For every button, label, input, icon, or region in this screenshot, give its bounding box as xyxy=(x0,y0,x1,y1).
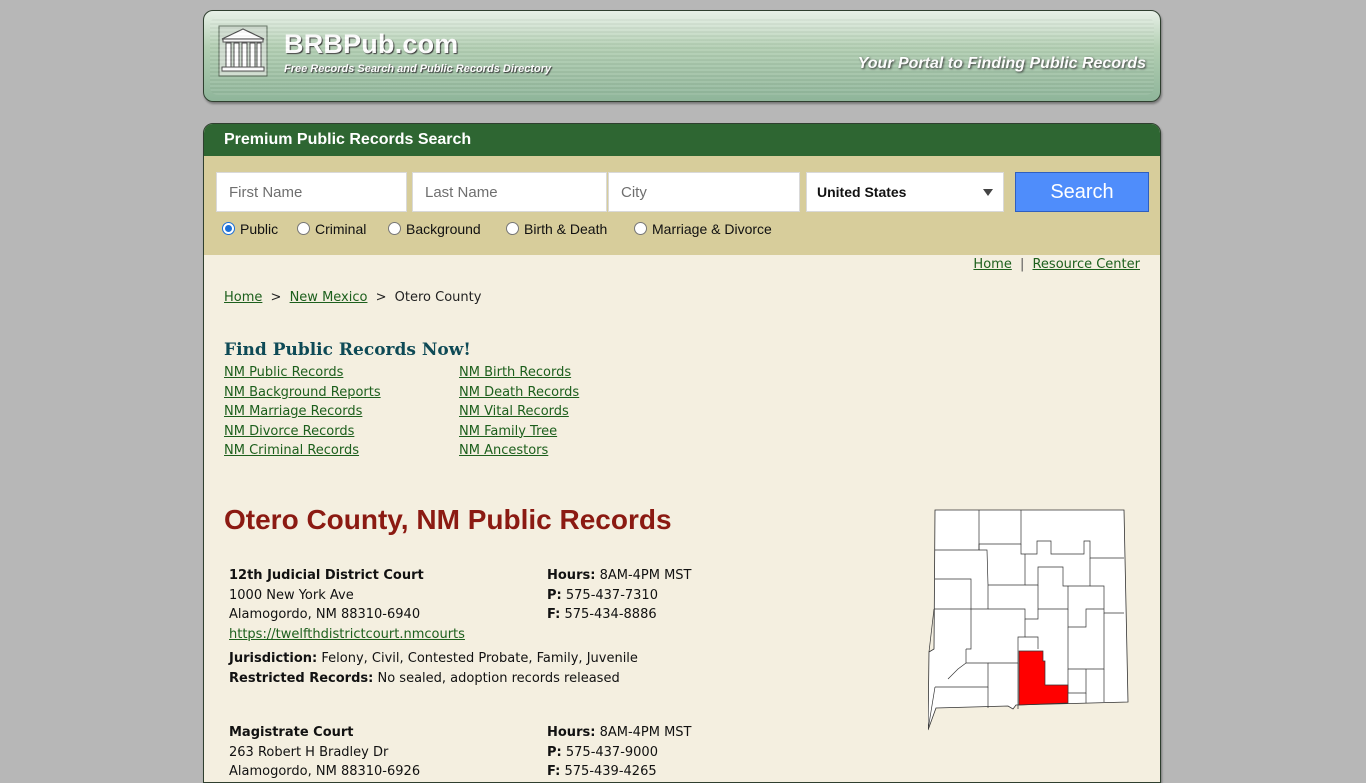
search-form: United States Search Public Criminal Bac… xyxy=(204,156,1160,255)
link-nm-public-records[interactable]: NM Public Records xyxy=(224,363,381,383)
chevron-down-icon xyxy=(983,189,993,196)
phone-value: 575-437-9000 xyxy=(565,744,658,760)
breadcrumb-home[interactable]: Home xyxy=(224,290,262,305)
top-link-home[interactable]: Home xyxy=(973,257,1011,272)
search-panel-title: Premium Public Records Search xyxy=(204,124,1160,156)
breadcrumb-current: Otero County xyxy=(394,290,482,305)
fax-value: 575-439-4265 xyxy=(564,764,657,779)
link-nm-family-tree[interactable]: NM Family Tree xyxy=(459,422,579,442)
hours-label: Hours: xyxy=(547,568,596,583)
link-nm-ancestors[interactable]: NM Ancestors xyxy=(459,441,579,461)
office-magistrate-court-contact: Hours: 8AM-4PM MST P: 575-437-9000 F: 57… xyxy=(547,723,692,782)
phone-label: P: xyxy=(547,587,562,603)
radio-criminal[interactable]: Criminal xyxy=(297,221,366,237)
restricted-label: Restricted Records: xyxy=(229,670,374,686)
breadcrumb-separator: > xyxy=(375,290,387,305)
radio-background[interactable]: Background xyxy=(388,221,481,237)
link-nm-divorce-records[interactable]: NM Divorce Records xyxy=(224,422,381,442)
find-records-right-links: NM Birth Records NM Death Records NM Vit… xyxy=(459,363,579,461)
site-tagline: Your Portal to Finding Public Records xyxy=(857,55,1146,72)
link-nm-background-reports[interactable]: NM Background Reports xyxy=(224,383,381,403)
link-nm-marriage-records[interactable]: NM Marriage Records xyxy=(224,402,381,422)
find-records-title: Find Public Records Now! xyxy=(224,340,471,360)
hours-value: 8AM-4PM MST xyxy=(599,725,692,740)
link-nm-birth-records[interactable]: NM Birth Records xyxy=(459,363,579,383)
phone-value: 575-437-7310 xyxy=(565,587,658,603)
top-link-resource-center[interactable]: Resource Center xyxy=(1032,257,1140,272)
fax-value: 575-434-8886 xyxy=(564,607,657,622)
top-links: Home | Resource Center xyxy=(973,257,1140,272)
radio-birth-death[interactable]: Birth & Death xyxy=(506,221,607,237)
site-subtitle: Free Records Search and Public Records D… xyxy=(284,63,552,75)
fax-label: F: xyxy=(547,607,561,622)
first-name-input[interactable] xyxy=(216,172,407,212)
breadcrumb-separator: > xyxy=(270,290,282,305)
county-page-title: Otero County, NM Public Records xyxy=(224,504,672,535)
radio-unselected-icon[interactable] xyxy=(388,222,401,235)
restricted-value: No sealed, adoption records released xyxy=(377,670,620,686)
office-name: Magistrate Court xyxy=(229,725,354,740)
last-name-input[interactable] xyxy=(412,172,607,212)
courthouse-logo-icon[interactable] xyxy=(218,25,268,77)
city-input[interactable] xyxy=(608,172,800,212)
main-panel: Premium Public Records Search United Sta… xyxy=(203,123,1161,783)
site-title[interactable]: BRBPub.com xyxy=(284,29,459,60)
jurisdiction-label: Jurisdiction: xyxy=(229,651,318,666)
radio-selected-icon[interactable] xyxy=(222,222,235,235)
breadcrumb: Home > New Mexico > Otero County xyxy=(224,290,481,305)
hours-value: 8AM-4PM MST xyxy=(599,568,692,583)
breadcrumb-state[interactable]: New Mexico xyxy=(290,290,368,305)
find-records-left-links: NM Public Records NM Background Reports … xyxy=(224,363,381,461)
country-select[interactable]: United States xyxy=(806,172,1004,212)
new-mexico-county-map[interactable] xyxy=(928,509,1130,733)
radio-unselected-icon[interactable] xyxy=(634,222,647,235)
country-select-value: United States xyxy=(817,184,907,200)
link-nm-criminal-records[interactable]: NM Criminal Records xyxy=(224,441,381,461)
link-nm-vital-records[interactable]: NM Vital Records xyxy=(459,402,579,422)
phone-label: P: xyxy=(547,744,562,760)
office-address-line2: Alamogordo, NM 88310-6926 xyxy=(229,764,421,779)
jurisdiction-value: Felony, Civil, Contested Probate, Family… xyxy=(321,651,638,666)
office-magistrate-court: Magistrate Court 263 Robert H Bradley Dr… xyxy=(229,723,420,782)
search-button[interactable]: Search xyxy=(1015,172,1149,212)
radio-public[interactable]: Public xyxy=(222,221,278,237)
radio-marriage-divorce[interactable]: Marriage & Divorce xyxy=(634,221,772,237)
radio-unselected-icon[interactable] xyxy=(506,222,519,235)
site-header: BRBPub.com Free Records Search and Publi… xyxy=(203,10,1161,102)
fax-label: F: xyxy=(547,764,561,779)
office-website-link[interactable]: https://twelfthdistrictcourt.nmcourts xyxy=(229,627,465,642)
office-address-line1: 263 Robert H Bradley Dr xyxy=(229,744,389,760)
office-district-court-contact: Hours: 8AM-4PM MST P: 575-437-7310 F: 57… xyxy=(547,566,692,625)
hours-label: Hours: xyxy=(547,725,596,740)
top-links-separator: | xyxy=(1019,257,1025,272)
link-nm-death-records[interactable]: NM Death Records xyxy=(459,383,579,403)
radio-unselected-icon[interactable] xyxy=(297,222,310,235)
